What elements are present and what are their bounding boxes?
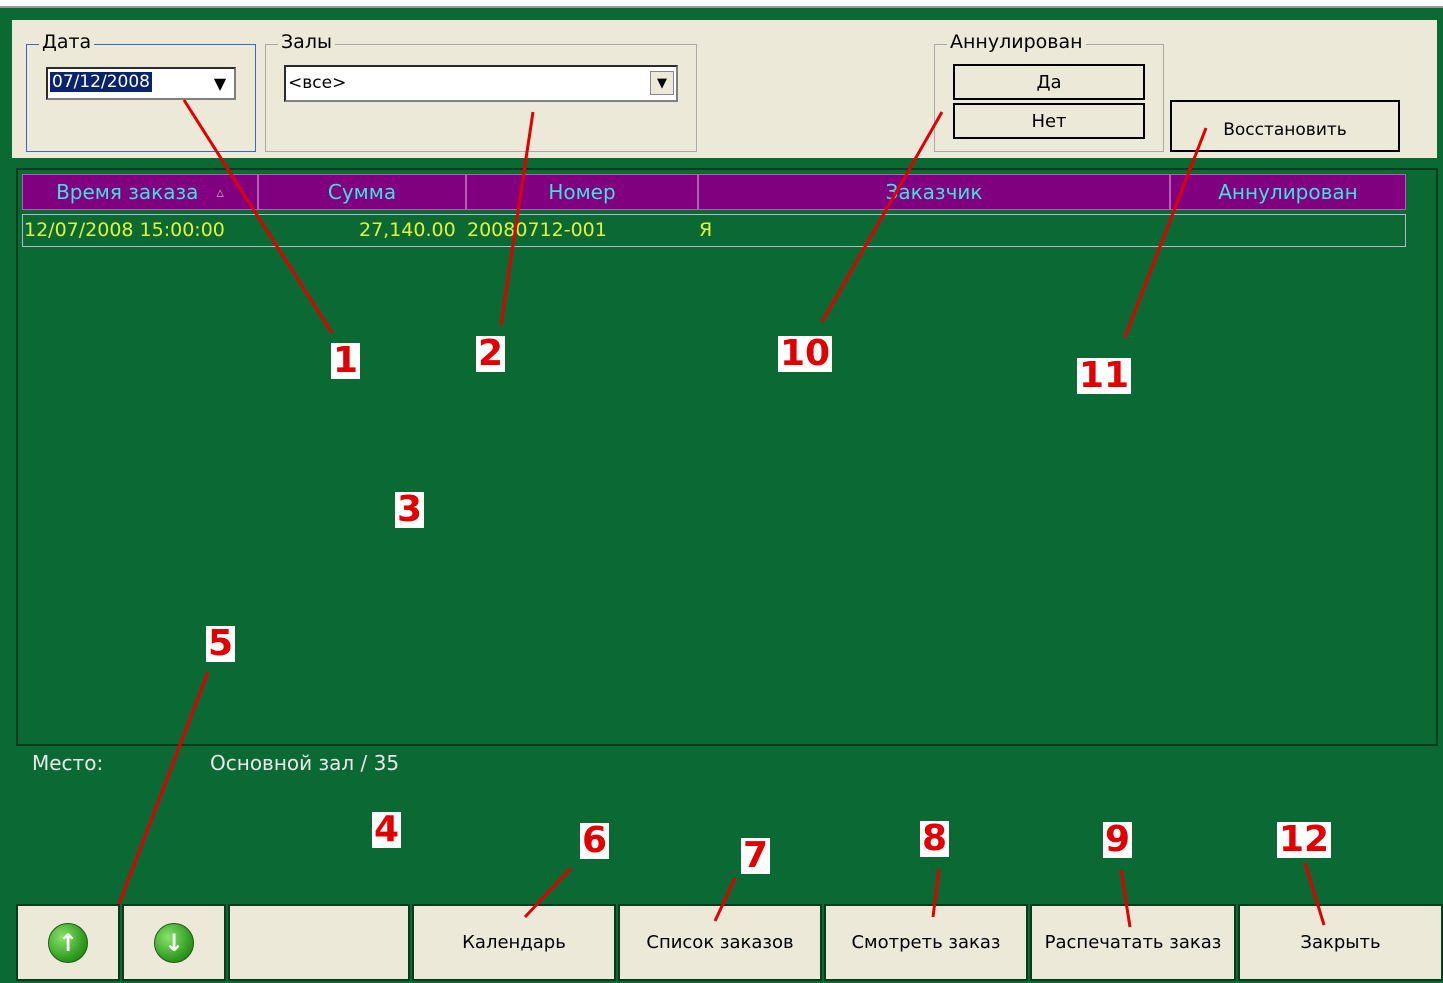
cell-time: 12/07/2008 15:00:00 [24, 219, 225, 241]
empty-button [228, 904, 410, 981]
cancelled-legend: Аннулирован [947, 32, 1086, 52]
cancelled-no-button[interactable]: Нет [953, 103, 1145, 139]
view-order-button[interactable]: Смотреть заказ [824, 904, 1028, 981]
column-header-number[interactable]: Номер [466, 174, 698, 210]
cell-sum: 27,140.00 [359, 219, 456, 241]
table-row[interactable]: 12/07/2008 15:00:00 27,140.00 20080712-0… [22, 214, 1406, 247]
annotation-5: 5 [206, 623, 236, 664]
main-window: Дата 07/12/2008 ▼ Залы <все> ▼ Аннулиров… [0, 6, 1443, 983]
chevron-down-icon[interactable]: ▼ [650, 71, 674, 95]
filter-panel: Дата 07/12/2008 ▼ Залы <все> ▼ Аннулиров… [12, 20, 1437, 158]
date-value: 07/12/2008 [50, 72, 152, 92]
column-header-time[interactable]: Время заказа ▵ [22, 174, 258, 210]
date-legend: Дата [39, 32, 95, 52]
scroll-down-button[interactable]: ↓ [122, 904, 226, 981]
date-picker[interactable]: 07/12/2008 ▼ [46, 67, 236, 100]
cell-customer: Я [699, 219, 713, 241]
halls-group: Залы <все> ▼ [265, 32, 697, 152]
scroll-up-button[interactable]: ↑ [16, 904, 120, 981]
column-header-customer[interactable]: Заказчик [698, 174, 1170, 210]
column-header-sum[interactable]: Сумма [258, 174, 466, 210]
annotation-3: 3 [395, 489, 425, 530]
annotation-7: 7 [741, 835, 771, 876]
annotation-8: 8 [920, 818, 950, 859]
bottom-toolbar: ↑ ↓ Календарь Список заказов Смотреть за… [12, 894, 1443, 981]
arrow-down-icon: ↓ [154, 922, 194, 963]
annotation-4: 4 [372, 809, 402, 850]
annotation-1: 1 [331, 340, 361, 381]
chevron-down-icon[interactable]: ▼ [208, 71, 232, 95]
sort-ascending-icon: ▵ [216, 183, 224, 201]
orders-list-button[interactable]: Список заказов [618, 904, 822, 981]
annotation-10: 10 [778, 333, 833, 374]
annotation-9: 9 [1103, 819, 1133, 860]
cancelled-yes-button[interactable]: Да [953, 64, 1145, 100]
annotation-11: 11 [1077, 355, 1132, 396]
place-label: Место: [32, 751, 104, 775]
cell-number: 20080712-001 [467, 219, 607, 241]
column-header-time-label: Время заказа [56, 180, 199, 204]
close-button[interactable]: Закрыть [1238, 904, 1443, 981]
calendar-button[interactable]: Календарь [412, 904, 616, 981]
annotation-12: 12 [1277, 819, 1332, 860]
column-header-cancelled[interactable]: Аннулирован [1170, 174, 1406, 210]
print-order-button[interactable]: Распечатать заказ [1030, 904, 1236, 981]
date-group: Дата 07/12/2008 ▼ [26, 32, 256, 152]
halls-value: <все> [288, 73, 347, 93]
halls-select[interactable]: <все> ▼ [284, 65, 678, 102]
annotation-2: 2 [476, 333, 506, 374]
arrow-up-icon: ↑ [48, 922, 88, 963]
place-value: Основной зал / 35 [210, 751, 400, 775]
restore-button[interactable]: Восстановить [1170, 100, 1400, 152]
halls-legend: Залы [278, 32, 335, 52]
cancelled-group: Аннулирован Да Нет [934, 32, 1164, 152]
annotation-6: 6 [580, 820, 610, 861]
